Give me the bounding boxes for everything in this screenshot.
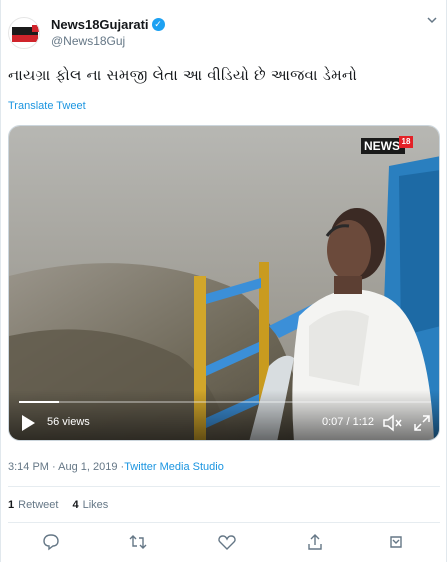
tweet-meta: 3:14 PM · Aug 1, 2019 · Twitter Media St…	[8, 461, 224, 473]
tweet-card: News18Gujarati ✓ @News18Guj નાયગ્રા ફોલ …	[0, 0, 447, 562]
tweet-text: નાયગ્રા ફોલ ના સમજી લેતા આ વીડિયો છે આજવ…	[8, 66, 358, 84]
retweets-label: Retweet	[18, 499, 59, 511]
logo-badge	[32, 25, 39, 32]
share-icon[interactable]	[305, 532, 325, 552]
video-time: 0:07 / 1:12	[322, 416, 374, 428]
author-name-row[interactable]: News18Gujarati ✓	[51, 17, 165, 32]
channel-logo-number: 18	[399, 136, 413, 148]
display-name[interactable]: News18Gujarati	[51, 17, 149, 32]
retweets-stat[interactable]: 1 Retweet	[8, 499, 58, 511]
logo-bar-red	[12, 35, 38, 42]
divider	[8, 522, 440, 523]
play-icon[interactable]	[19, 414, 37, 432]
progress-bar[interactable]	[19, 401, 431, 403]
translate-tweet-link[interactable]: Translate Tweet	[8, 100, 86, 112]
timestamp[interactable]: 3:14 PM · Aug 1, 2019 ·	[8, 461, 124, 473]
bookmark-icon[interactable]	[386, 532, 406, 552]
video-player[interactable]: NEWS 18 56 views 0:07 / 1:12	[8, 125, 440, 441]
fullscreen-icon[interactable]	[413, 414, 431, 432]
likes-count: 4	[72, 499, 79, 511]
retweet-icon[interactable]	[128, 532, 148, 552]
chevron-down-icon[interactable]	[424, 12, 440, 28]
video-controls: 56 views 0:07 / 1:12	[9, 390, 439, 440]
likes-stat[interactable]: 4 Likes	[72, 499, 108, 511]
tweet-actions	[1, 530, 447, 554]
reply-icon[interactable]	[41, 532, 61, 552]
channel-logo: NEWS 18	[361, 136, 413, 156]
verified-check-icon: ✓	[151, 18, 165, 31]
progress-fill	[19, 401, 59, 403]
tweet-stats: 1 Retweet 4 Likes	[8, 499, 122, 511]
like-icon[interactable]	[217, 532, 237, 552]
view-count: 56 views	[47, 416, 90, 428]
volume-muted-icon[interactable]	[382, 414, 402, 432]
avatar[interactable]	[8, 17, 40, 49]
divider	[8, 486, 440, 487]
retweets-count: 1	[8, 499, 15, 511]
likes-label: Likes	[82, 499, 109, 511]
user-handle[interactable]: @News18Guj	[51, 34, 125, 48]
source-link[interactable]: Twitter Media Studio	[124, 461, 224, 473]
